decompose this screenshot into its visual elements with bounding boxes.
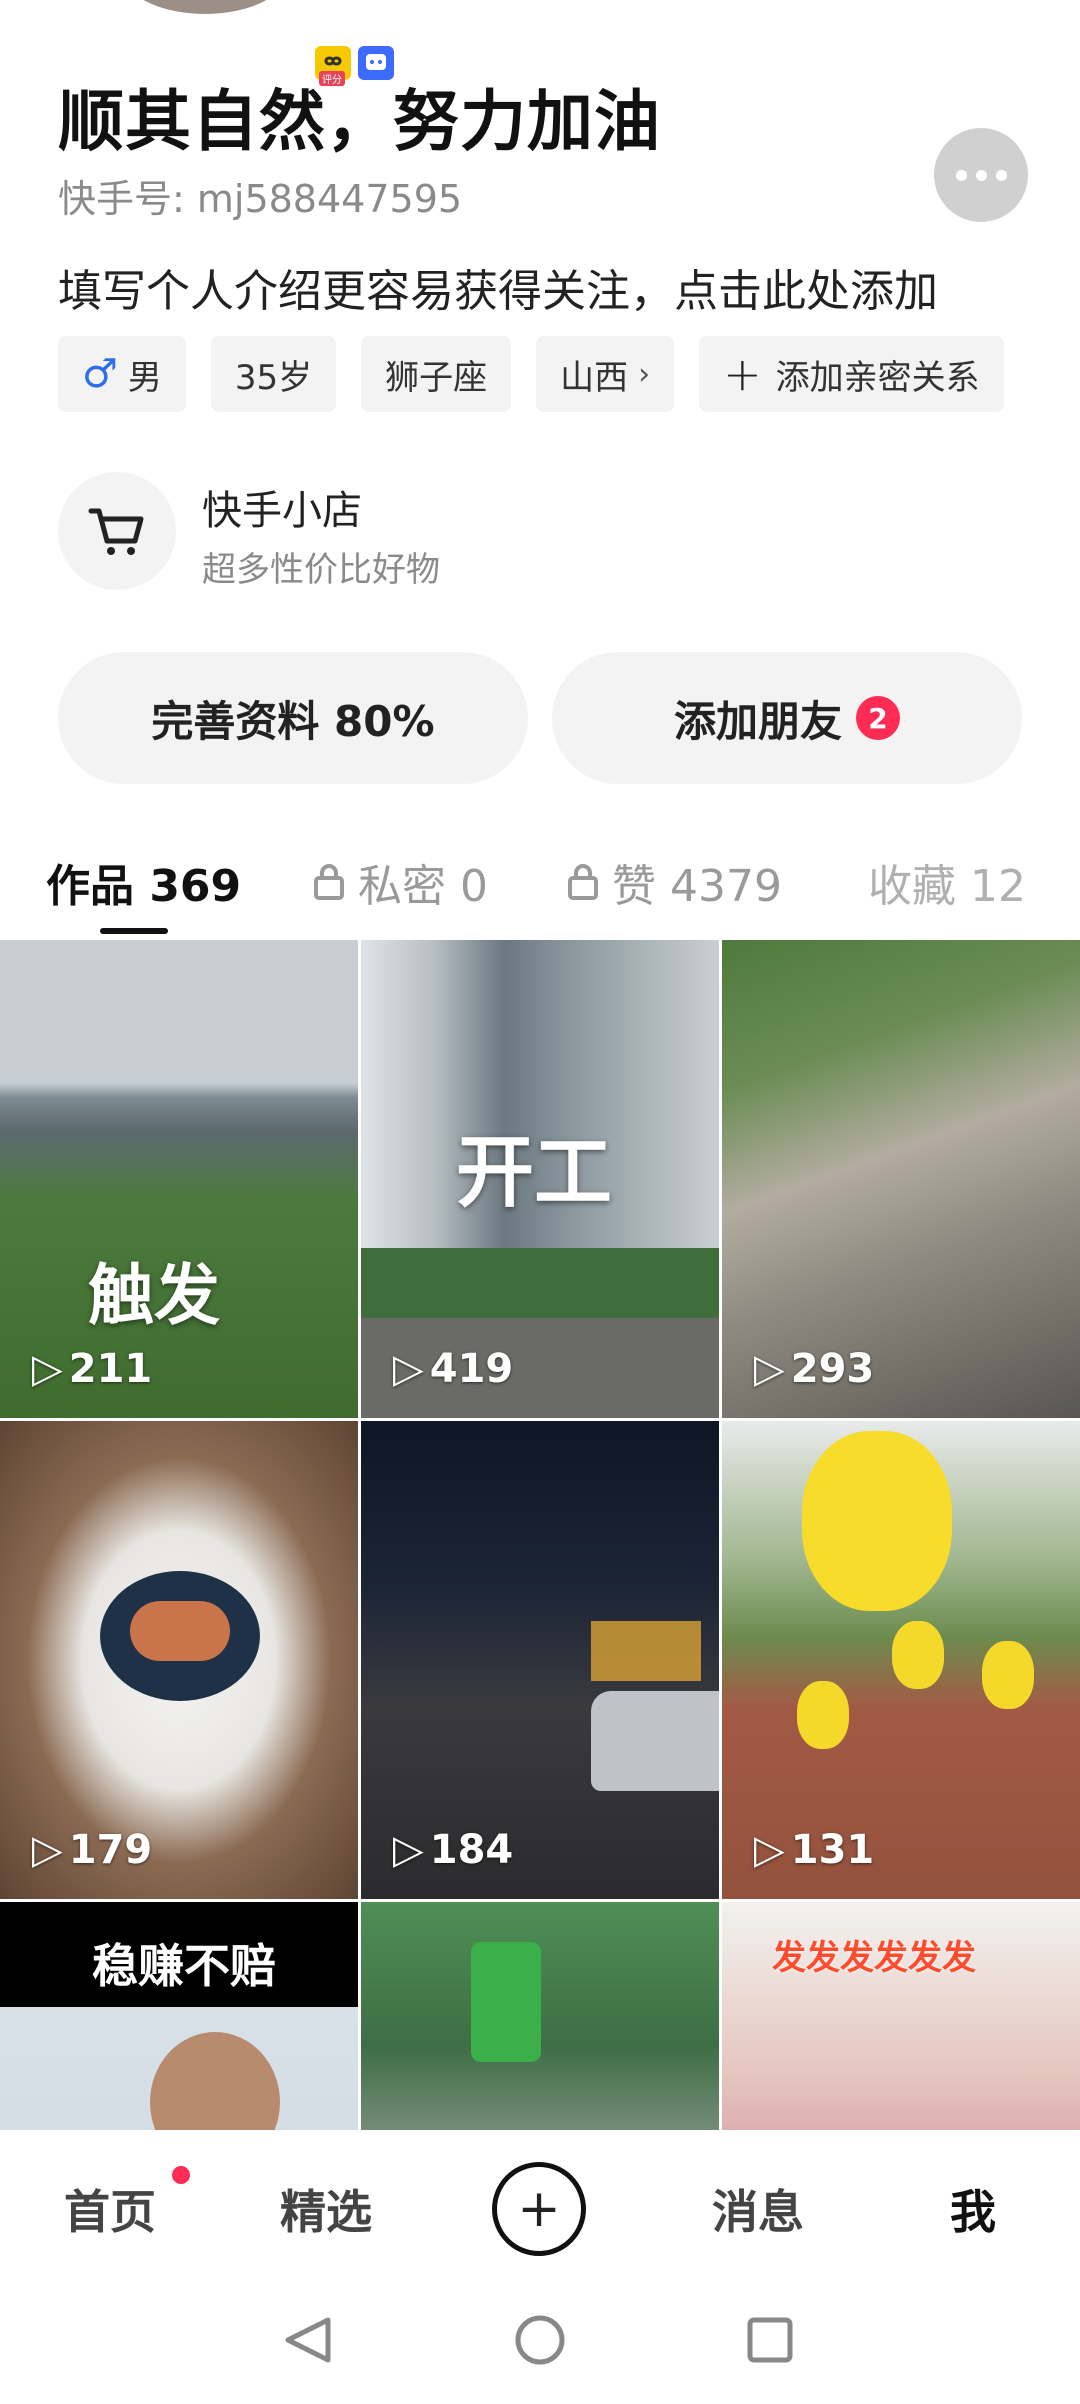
- nav-me[interactable]: 我: [950, 2176, 996, 2242]
- video-caption: 发发发发发发: [772, 1938, 976, 1978]
- avatar[interactable]: [115, 0, 295, 20]
- play-icon: ▷: [32, 1346, 63, 1392]
- shop-title[interactable]: 快手小店: [202, 478, 362, 536]
- system-navigation-bar: [0, 2282, 1080, 2400]
- tag-label: 添加亲密关系: [775, 357, 980, 398]
- tab-label: 作品 369: [46, 861, 242, 912]
- kwai-id: 快手号: mj588447595: [58, 177, 463, 221]
- recents-square-icon[interactable]: [747, 2317, 793, 2363]
- tag-gender[interactable]: ♂ 男: [58, 336, 186, 412]
- view-count: ▷ 293: [754, 1346, 875, 1392]
- tab-likes[interactable]: 赞 4379: [566, 850, 782, 914]
- video-caption: 开工: [456, 1128, 613, 1218]
- rating-badge-label: 评分: [319, 71, 345, 86]
- view-count: ▷ 131: [754, 1827, 875, 1873]
- tab-label: 赞 4379: [612, 861, 782, 912]
- tag-label: 男: [127, 357, 162, 398]
- view-count: ▷ 419: [393, 1346, 514, 1392]
- nav-home[interactable]: 首页: [64, 2176, 156, 2242]
- nav-messages[interactable]: 消息: [712, 2176, 804, 2242]
- view-count: ▷ 184: [393, 1827, 514, 1873]
- view-count: ▷ 179: [32, 1827, 153, 1873]
- play-icon: ▷: [393, 1346, 424, 1392]
- dot-icon: [995, 169, 1007, 181]
- profile-name: 顺其自然，努力加油: [58, 83, 661, 160]
- video-thumbnail[interactable]: 稳赚不赔: [0, 1902, 358, 2130]
- video-thumbnail[interactable]: 触发 ▷ 211: [0, 940, 358, 1418]
- tag-age[interactable]: 35岁: [210, 336, 337, 412]
- male-icon: ♂: [82, 351, 118, 397]
- tag-add-relation[interactable]: + 添加亲密关系: [699, 336, 1004, 412]
- video-caption: 稳赚不赔: [92, 1939, 276, 1993]
- home-circle-icon[interactable]: [515, 2315, 565, 2365]
- play-icon: ▷: [32, 1827, 63, 1873]
- play-icon: ▷: [754, 1827, 785, 1873]
- notification-badge: 2: [856, 696, 900, 740]
- dot-icon: [955, 169, 967, 181]
- chevron-right-icon: ›: [638, 356, 651, 392]
- cart-icon[interactable]: [58, 472, 176, 590]
- video-thumbnail[interactable]: ▷ 184: [361, 1421, 719, 1899]
- tab-private[interactable]: 私密 0: [312, 850, 488, 914]
- lock-icon: [314, 864, 344, 900]
- nav-featured[interactable]: 精选: [280, 2176, 372, 2242]
- tag-location[interactable]: 山西 ›: [536, 336, 675, 412]
- complete-profile-button[interactable]: 完善资料 80%: [58, 652, 528, 784]
- plus-icon: +: [723, 347, 762, 401]
- tab-favorites[interactable]: 收藏 12: [868, 850, 1026, 914]
- video-thumbnail[interactable]: 发发发发发发: [722, 1902, 1080, 2130]
- video-thumbnail[interactable]: ▷ 131: [722, 1421, 1080, 1899]
- tag-label: 35岁: [234, 357, 313, 398]
- button-label: 完善资料 80%: [151, 696, 435, 746]
- video-caption: 触发: [88, 1257, 220, 1334]
- video-thumbnail[interactable]: ▷ 179: [0, 1421, 358, 1899]
- tab-label: 收藏 12: [868, 861, 1026, 912]
- video-thumbnail[interactable]: 开工 ▷ 419: [361, 940, 719, 1418]
- notification-dot: [172, 2166, 190, 2184]
- create-plus-icon[interactable]: +: [492, 2162, 586, 2256]
- dot-icon: [975, 169, 987, 181]
- play-icon: ▷: [754, 1346, 785, 1392]
- tab-indicator: [100, 928, 168, 934]
- lock-icon: [568, 864, 598, 900]
- tag-zodiac[interactable]: 狮子座: [361, 336, 512, 412]
- tag-label: 山西: [560, 357, 629, 398]
- tag-label: 狮子座: [385, 357, 488, 398]
- tab-works[interactable]: 作品 369: [46, 850, 241, 914]
- tab-label: 私密 0: [358, 861, 488, 912]
- video-thumbnail[interactable]: ▷ 293: [722, 940, 1080, 1418]
- rating-badge-icon[interactable]: 评分: [315, 46, 351, 86]
- profile-tags: ♂ 男 35岁 狮子座 山西 › + 添加亲密关系: [58, 336, 1004, 412]
- back-icon[interactable]: [285, 2317, 331, 2363]
- play-icon: ▷: [393, 1827, 424, 1873]
- bottom-navigation: 首页 精选 + 消息 我: [0, 2132, 1080, 2282]
- add-friends-button[interactable]: 添加朋友 2: [552, 652, 1022, 784]
- chat-badge-icon[interactable]: [358, 46, 394, 80]
- button-label: 添加朋友: [673, 696, 842, 746]
- video-grid: 触发 ▷ 211 开工 ▷ 419 ▷ 293 ▷ 179 ▷ 184 ▷ 131 稳赚不赔…: [0, 940, 1080, 2130]
- bio-prompt[interactable]: 填写个人介绍更容易获得关注，点击此处添加: [58, 255, 938, 319]
- shop-subtitle: 超多性价比好物: [202, 550, 440, 590]
- video-thumbnail[interactable]: [361, 1902, 719, 2130]
- content-tabs: 作品 369 私密 0 赞 4379 收藏 12: [0, 850, 1080, 940]
- view-count: ▷ 211: [32, 1346, 153, 1392]
- more-options-button[interactable]: [934, 128, 1028, 222]
